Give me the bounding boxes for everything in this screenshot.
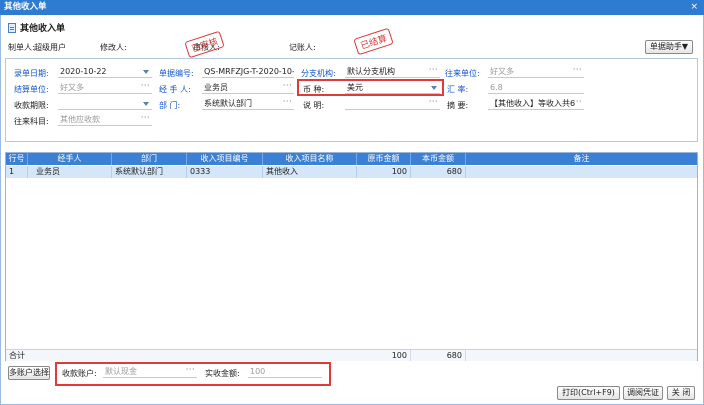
- rate-value: 6.8: [490, 83, 503, 92]
- settle-unit-value: 好又多: [60, 83, 84, 92]
- handler-label: 经 手 人:: [159, 85, 191, 94]
- entry-date-value: 2020-10-22: [60, 67, 107, 76]
- column-header[interactable]: 收入项目编号: [187, 153, 263, 165]
- desc-field[interactable]: ···: [345, 99, 440, 110]
- table-cell[interactable]: 其他收入: [263, 166, 357, 178]
- desc-label: 说 明:: [303, 101, 325, 110]
- column-header[interactable]: 经手人: [28, 153, 112, 165]
- dept-field[interactable]: 系统默认部门 ···: [202, 99, 294, 110]
- account-highlight-box: [55, 362, 331, 386]
- table-cell[interactable]: 0333: [187, 166, 263, 178]
- maker-label: 制单人:: [8, 43, 35, 52]
- close-button[interactable]: 关 闭: [667, 386, 695, 400]
- chevron-down-icon[interactable]: [143, 102, 149, 106]
- bill-no-field[interactable]: QS-MRFZJG-T-2020-10-22: [202, 67, 294, 78]
- ellipsis-icon[interactable]: ···: [429, 99, 438, 107]
- ellipsis-icon[interactable]: ···: [141, 115, 150, 123]
- view-voucher-button[interactable]: 调阅凭证: [623, 386, 663, 400]
- column-header[interactable]: 本币金额: [411, 153, 466, 165]
- subject-field[interactable]: 其他应收款 ···: [58, 115, 152, 126]
- dept-label: 部 门:: [159, 101, 181, 110]
- ellipsis-icon[interactable]: ···: [573, 99, 582, 107]
- handler-field[interactable]: 业务员 ···: [202, 83, 294, 94]
- column-header[interactable]: 部门: [112, 153, 187, 165]
- handler-value: 业务员: [204, 83, 228, 92]
- modifier-label: 修改人:: [100, 43, 127, 52]
- settle-unit-field[interactable]: 好又多 ···: [58, 83, 152, 94]
- currency-highlight-box: [297, 79, 444, 96]
- bill-no-value: QS-MRFZJG-T-2020-10-22: [204, 67, 294, 76]
- table-cell[interactable]: 业务员: [28, 166, 112, 178]
- document-title-text: 其他收入单: [20, 24, 66, 34]
- multi-account-button[interactable]: 多账户选择: [8, 366, 50, 380]
- table-cell[interactable]: 100: [357, 166, 411, 178]
- ellipsis-icon[interactable]: ···: [429, 67, 438, 75]
- entry-date-label: 录单日期:: [14, 69, 49, 78]
- settle-unit-label: 结算单位:: [14, 85, 49, 94]
- contact-unit-value: 好又多: [490, 67, 514, 76]
- summary-label: 摘 要:: [447, 101, 469, 110]
- branch-field[interactable]: 默认分支机构 ···: [345, 67, 440, 78]
- table-cell[interactable]: 系统默认部门: [112, 166, 187, 178]
- rate-field[interactable]: 6.8: [488, 83, 584, 94]
- total-orig-amount: 100: [357, 350, 411, 361]
- table-cell[interactable]: [466, 166, 697, 178]
- close-icon[interactable]: ×: [690, 0, 698, 15]
- due-select[interactable]: [58, 99, 152, 110]
- summary-value: 【其他收入】等收入共6: [490, 99, 576, 108]
- branch-label: 分支机构:: [301, 69, 336, 78]
- entry-date-field[interactable]: 2020-10-22: [58, 67, 152, 78]
- column-header[interactable]: 行号: [6, 153, 28, 165]
- bill-no-label: 单据编号:: [159, 69, 194, 78]
- contact-unit-label: 往来单位:: [445, 69, 480, 78]
- subject-label: 往来科目:: [14, 117, 49, 126]
- ellipsis-icon[interactable]: ···: [283, 83, 292, 91]
- total-row: 合计 100 680: [6, 349, 697, 361]
- due-label: 收款期限:: [14, 101, 49, 110]
- total-local-amount: 680: [411, 350, 466, 361]
- maker-value: 超级用户: [34, 43, 66, 52]
- column-header[interactable]: 原币金额: [357, 153, 411, 165]
- contact-unit-field[interactable]: 好又多 ···: [488, 67, 584, 78]
- column-header[interactable]: 备注: [466, 153, 697, 165]
- table-cell[interactable]: 680: [411, 166, 466, 178]
- chevron-down-icon[interactable]: [143, 70, 149, 74]
- total-label: 合计: [9, 351, 25, 360]
- detail-grid: 行号 经手人 部门 收入项目编号 收入项目名称 原币金额 本币金额 备注 1 业…: [5, 152, 698, 361]
- table-cell[interactable]: 1: [6, 166, 28, 178]
- print-button[interactable]: 打印(Ctrl+F9): [557, 386, 620, 400]
- document-icon: [8, 23, 16, 33]
- ellipsis-icon[interactable]: ···: [283, 99, 292, 107]
- document-title: 其他收入单: [8, 21, 65, 34]
- ellipsis-icon[interactable]: ···: [141, 83, 150, 91]
- rate-label: 汇 率:: [447, 85, 469, 94]
- dept-value: 系统默认部门: [204, 99, 252, 108]
- ellipsis-icon[interactable]: ···: [573, 67, 582, 75]
- window-title-bar: 其他收入单 ×: [0, 0, 704, 15]
- summary-field[interactable]: 【其他收入】等收入共6 ···: [488, 99, 584, 110]
- poster-label: 记账人:: [289, 43, 316, 52]
- window-title: 其他收入单: [4, 2, 47, 12]
- subject-value: 其他应收款: [60, 115, 100, 124]
- branch-value: 默认分支机构: [347, 67, 395, 76]
- column-header[interactable]: 收入项目名称: [263, 153, 357, 165]
- bill-helper-button[interactable]: 单据助手▼: [645, 40, 693, 54]
